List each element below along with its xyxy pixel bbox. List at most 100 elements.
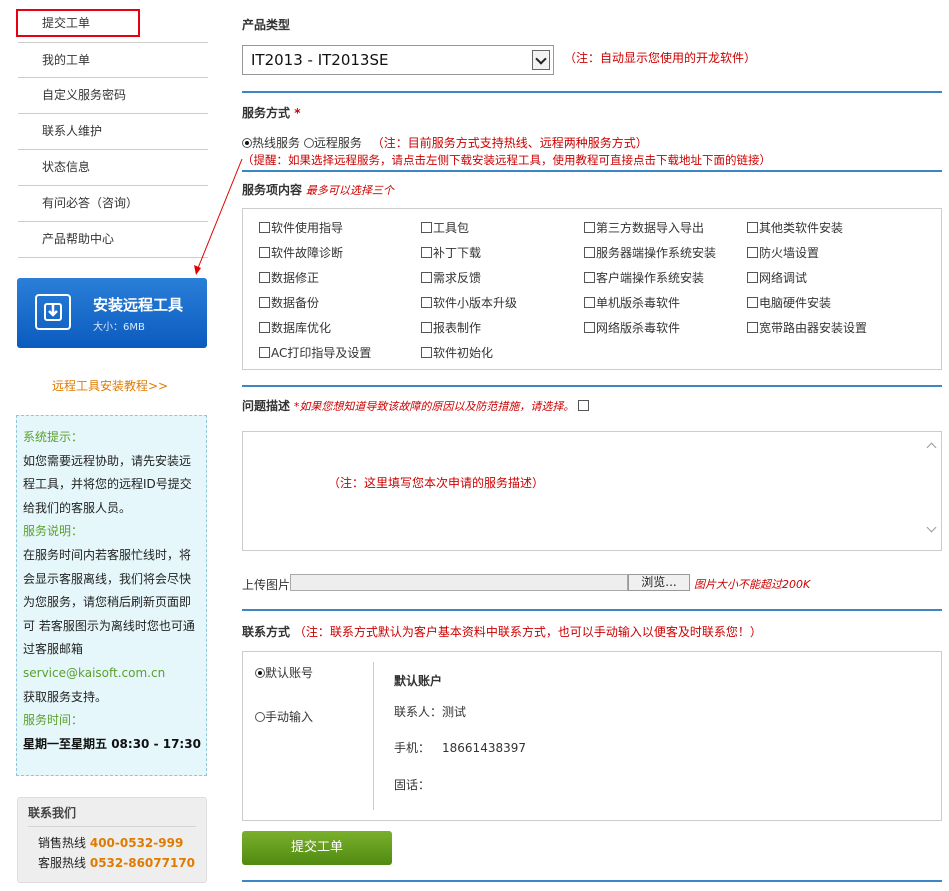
service-option[interactable]: 数据修正 [259, 269, 319, 286]
service-email-link[interactable]: service@kaisoft.com.cn [23, 662, 200, 686]
service-option[interactable]: 数据备份 [259, 294, 319, 311]
checkbox[interactable] [747, 222, 758, 233]
cause-checkbox[interactable] [578, 400, 590, 411]
sidebar-item-label: 有问必答（咨询） [42, 196, 139, 210]
sidebar-item-submit-ticket[interactable]: 提交工单 [16, 9, 140, 37]
phone-value: 18661438397 [442, 741, 526, 755]
checkbox[interactable] [421, 272, 432, 283]
service-option[interactable]: 软件小版本升级 [421, 294, 517, 311]
checkbox[interactable] [259, 272, 270, 283]
service-option[interactable]: 宽带路由器安装设置 [747, 319, 867, 336]
sidebar-item-status[interactable]: 状态信息 [18, 150, 208, 186]
service-option[interactable]: 网络版杀毒软件 [584, 319, 680, 336]
hotline-radio[interactable] [242, 138, 252, 148]
checkbox[interactable] [259, 347, 270, 358]
service-option-label: 第三方数据导入导出 [596, 221, 705, 235]
sidebar-item-faq[interactable]: 有问必答（咨询） [18, 186, 208, 222]
service-option[interactable]: 需求反馈 [421, 269, 481, 286]
scrollbar[interactable] [923, 432, 941, 550]
contact-us-panel: 联系我们 销售热线 400-0532-999 客服热线 0532-8607717… [17, 797, 207, 883]
problem-label: 问题描述 [242, 399, 291, 413]
service-option-label: 数据库优化 [271, 321, 332, 335]
sidebar-item-help-center[interactable]: 产品帮助中心 [18, 222, 208, 258]
checkbox[interactable] [747, 272, 758, 283]
service-option-label: 网络版杀毒软件 [596, 321, 681, 335]
contact-mode-box: 默认账号 手动输入 默认账户 联系人：测试 手机： 18661438397 固话： [242, 651, 942, 821]
system-tip-line: 如您需要远程协助，请先安装远 [23, 453, 192, 468]
service-option[interactable]: 补丁下载 [421, 244, 481, 261]
install-remote-tool-button[interactable]: 安装远程工具 大小：6MB [17, 278, 207, 348]
hotline-label: 热线服务 [252, 136, 301, 150]
remote-label: 远程服务 [313, 136, 362, 150]
service-option[interactable]: 其他类软件安装 [747, 219, 843, 236]
service-option[interactable]: 软件使用指导 [259, 219, 343, 236]
service-email-after: 获取服务支持。 [23, 689, 108, 704]
service-option[interactable]: 第三方数据导入导出 [584, 219, 704, 236]
support-hotline-number: 0532-86077170 [89, 856, 196, 870]
checkbox[interactable] [584, 272, 595, 283]
sidebar-item-label: 提交工单 [42, 16, 91, 30]
service-info-line: 可 若客服图示为离线时您也可通 [23, 618, 195, 633]
checkbox[interactable] [259, 222, 270, 233]
sidebar-item-contacts[interactable]: 联系人维护 [18, 114, 208, 150]
checkbox[interactable] [747, 247, 758, 258]
system-tip-line: 程工具，并将您的远程ID号提交 [23, 477, 192, 492]
remote-radio[interactable] [303, 138, 314, 148]
checkbox[interactable] [421, 247, 432, 258]
checkbox[interactable] [421, 322, 432, 333]
contact-mode-note: （注：联系方式默认为客户基本资料中联系方式，也可以手动输入以便客及时联系您！） [293, 625, 762, 639]
submit-ticket-button[interactable]: 提交工单 [242, 831, 392, 865]
service-option[interactable]: 工具包 [421, 219, 469, 236]
browse-button[interactable]: 浏览... [628, 574, 690, 591]
service-option[interactable]: 服务器端操作系统安装 [584, 244, 716, 261]
checkbox[interactable] [259, 247, 270, 258]
sidebar-item-label: 产品帮助中心 [42, 232, 115, 246]
checkbox[interactable] [421, 222, 432, 233]
chevron-down-icon[interactable] [926, 522, 937, 533]
manual-input-radio[interactable] [255, 712, 265, 722]
sidebar-item-custom-password[interactable]: 自定义服务密码 [18, 78, 208, 114]
default-account-title: 默认账户 [394, 674, 443, 688]
service-option-label: 防火墙设置 [759, 246, 820, 260]
problem-description-textarea[interactable]: （注：这里填写您本次申请的服务描述） [242, 431, 942, 551]
support-hotline-label: 客服热线 [38, 856, 87, 870]
service-option[interactable]: 防火墙设置 [747, 244, 819, 261]
service-option[interactable]: 软件故障诊断 [259, 244, 343, 261]
service-option[interactable]: 报表制作 [421, 319, 481, 336]
checkbox[interactable] [584, 322, 595, 333]
service-option-label: 工具包 [433, 221, 470, 235]
service-option-label: 宽带路由器安装设置 [759, 321, 868, 335]
product-type-value: IT2013 - IT2013SE [251, 51, 389, 69]
checkbox[interactable] [421, 347, 432, 358]
service-option[interactable]: 软件初始化 [421, 344, 493, 361]
service-option[interactable]: AC打印指导及设置 [259, 344, 371, 361]
system-tip-line: 给我们的客服人员。 [23, 500, 132, 515]
chevron-down-icon[interactable] [532, 50, 550, 70]
remote-tool-tutorial-link[interactable]: 远程工具安装教程>> [52, 377, 168, 394]
checkbox[interactable] [584, 297, 595, 308]
sidebar-item-my-tickets[interactable]: 我的工单 [18, 42, 208, 78]
upload-file-input[interactable] [290, 574, 628, 591]
checkbox[interactable] [584, 222, 595, 233]
pointer-arrow-icon [194, 158, 243, 275]
service-option-label: 需求反馈 [433, 271, 482, 285]
service-option[interactable]: 网络调试 [747, 269, 807, 286]
sidebar-item-label: 状态信息 [42, 160, 91, 174]
checkbox[interactable] [747, 322, 758, 333]
service-option[interactable]: 数据库优化 [259, 319, 331, 336]
service-option[interactable]: 客户端操作系统安装 [584, 269, 704, 286]
checkbox[interactable] [421, 297, 432, 308]
sidebar-item-label: 我的工单 [42, 53, 91, 67]
service-option[interactable]: 电脑硬件安装 [747, 294, 831, 311]
checkbox[interactable] [259, 322, 270, 333]
service-option-label: 数据修正 [271, 271, 320, 285]
product-type-select[interactable]: IT2013 - IT2013SE [242, 45, 554, 75]
sales-hotline-number: 400-0532-999 [89, 836, 184, 850]
checkbox[interactable] [259, 297, 270, 308]
service-option[interactable]: 单机版杀毒软件 [584, 294, 680, 311]
checkbox[interactable] [747, 297, 758, 308]
service-option-label: 服务器端操作系统安装 [596, 246, 717, 260]
chevron-up-icon[interactable] [926, 442, 937, 453]
default-account-radio[interactable] [255, 668, 265, 678]
checkbox[interactable] [584, 247, 595, 258]
